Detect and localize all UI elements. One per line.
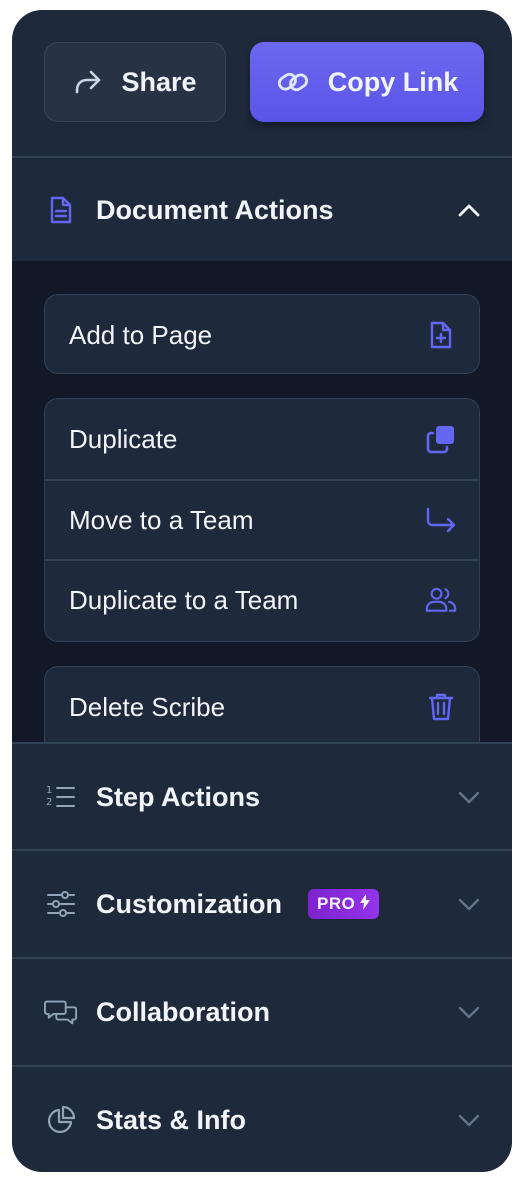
section-document-actions[interactable]: Document Actions — [12, 156, 512, 262]
lightning-icon — [359, 893, 371, 915]
item-label: Move to a Team — [69, 504, 254, 535]
chevron-up-icon[interactable] — [456, 197, 482, 223]
delete-scribe-item[interactable]: Delete Scribe — [45, 667, 479, 743]
card-add-to-page: Add to Page — [44, 294, 480, 374]
pro-badge: PRO — [308, 889, 380, 919]
section-label: Document Actions — [96, 194, 334, 225]
top-actions: Share Copy Link — [12, 10, 512, 156]
section-collaboration[interactable]: Collaboration — [12, 957, 512, 1065]
trash-icon — [425, 691, 457, 723]
document-actions-body: Add to Page Duplicate Move to a Team Dup… — [12, 261, 512, 743]
item-label: Duplicate to a Team — [69, 584, 299, 615]
sliders-icon — [44, 887, 78, 921]
chevron-down-icon[interactable] — [456, 1107, 482, 1133]
section-step-actions[interactable]: 1 2 Step Actions — [12, 742, 512, 850]
item-label: Add to Page — [69, 319, 213, 350]
svg-text:1: 1 — [46, 785, 52, 796]
pro-badge-label: PRO — [317, 894, 356, 913]
arrow-turn-right-icon — [425, 504, 457, 536]
move-to-team-item[interactable]: Move to a Team — [45, 479, 479, 559]
chevron-down-icon[interactable] — [456, 999, 482, 1025]
share-icon — [73, 69, 103, 95]
link-icon — [276, 67, 310, 97]
add-to-page-item[interactable]: Add to Page — [45, 295, 479, 373]
users-icon — [425, 584, 457, 616]
section-stats-info[interactable]: Stats & Info — [12, 1065, 512, 1172]
numbered-list-icon: 1 2 — [44, 780, 78, 814]
duplicate-item[interactable]: Duplicate — [45, 399, 479, 479]
pie-chart-icon — [44, 1103, 78, 1137]
chevron-down-icon[interactable] — [456, 784, 482, 810]
chevron-down-icon[interactable] — [456, 891, 482, 917]
section-label: Stats & Info — [96, 1104, 247, 1135]
duplicate-icon — [425, 423, 457, 455]
section-label: Step Actions — [96, 781, 261, 812]
item-label: Duplicate — [69, 423, 178, 454]
share-button[interactable]: Share — [44, 42, 226, 122]
copy-link-label: Copy Link — [327, 66, 459, 97]
svg-text:2: 2 — [46, 797, 52, 808]
share-label: Share — [121, 66, 197, 97]
card-team-actions: Duplicate Move to a Team Duplicate to a … — [44, 398, 480, 642]
section-label: Collaboration — [96, 996, 270, 1027]
card-delete: Delete Scribe — [44, 666, 480, 743]
document-actions-panel: Share Copy Link Document Actions Add to … — [12, 10, 512, 1172]
file-plus-icon — [425, 319, 457, 351]
chat-bubbles-icon — [44, 995, 78, 1029]
section-customization[interactable]: Customization PRO — [12, 849, 512, 957]
section-label: Customization — [96, 888, 282, 919]
duplicate-to-team-item[interactable]: Duplicate to a Team — [45, 559, 479, 639]
document-icon — [44, 193, 78, 227]
item-label: Delete Scribe — [69, 691, 226, 722]
copy-link-button[interactable]: Copy Link — [250, 42, 484, 122]
